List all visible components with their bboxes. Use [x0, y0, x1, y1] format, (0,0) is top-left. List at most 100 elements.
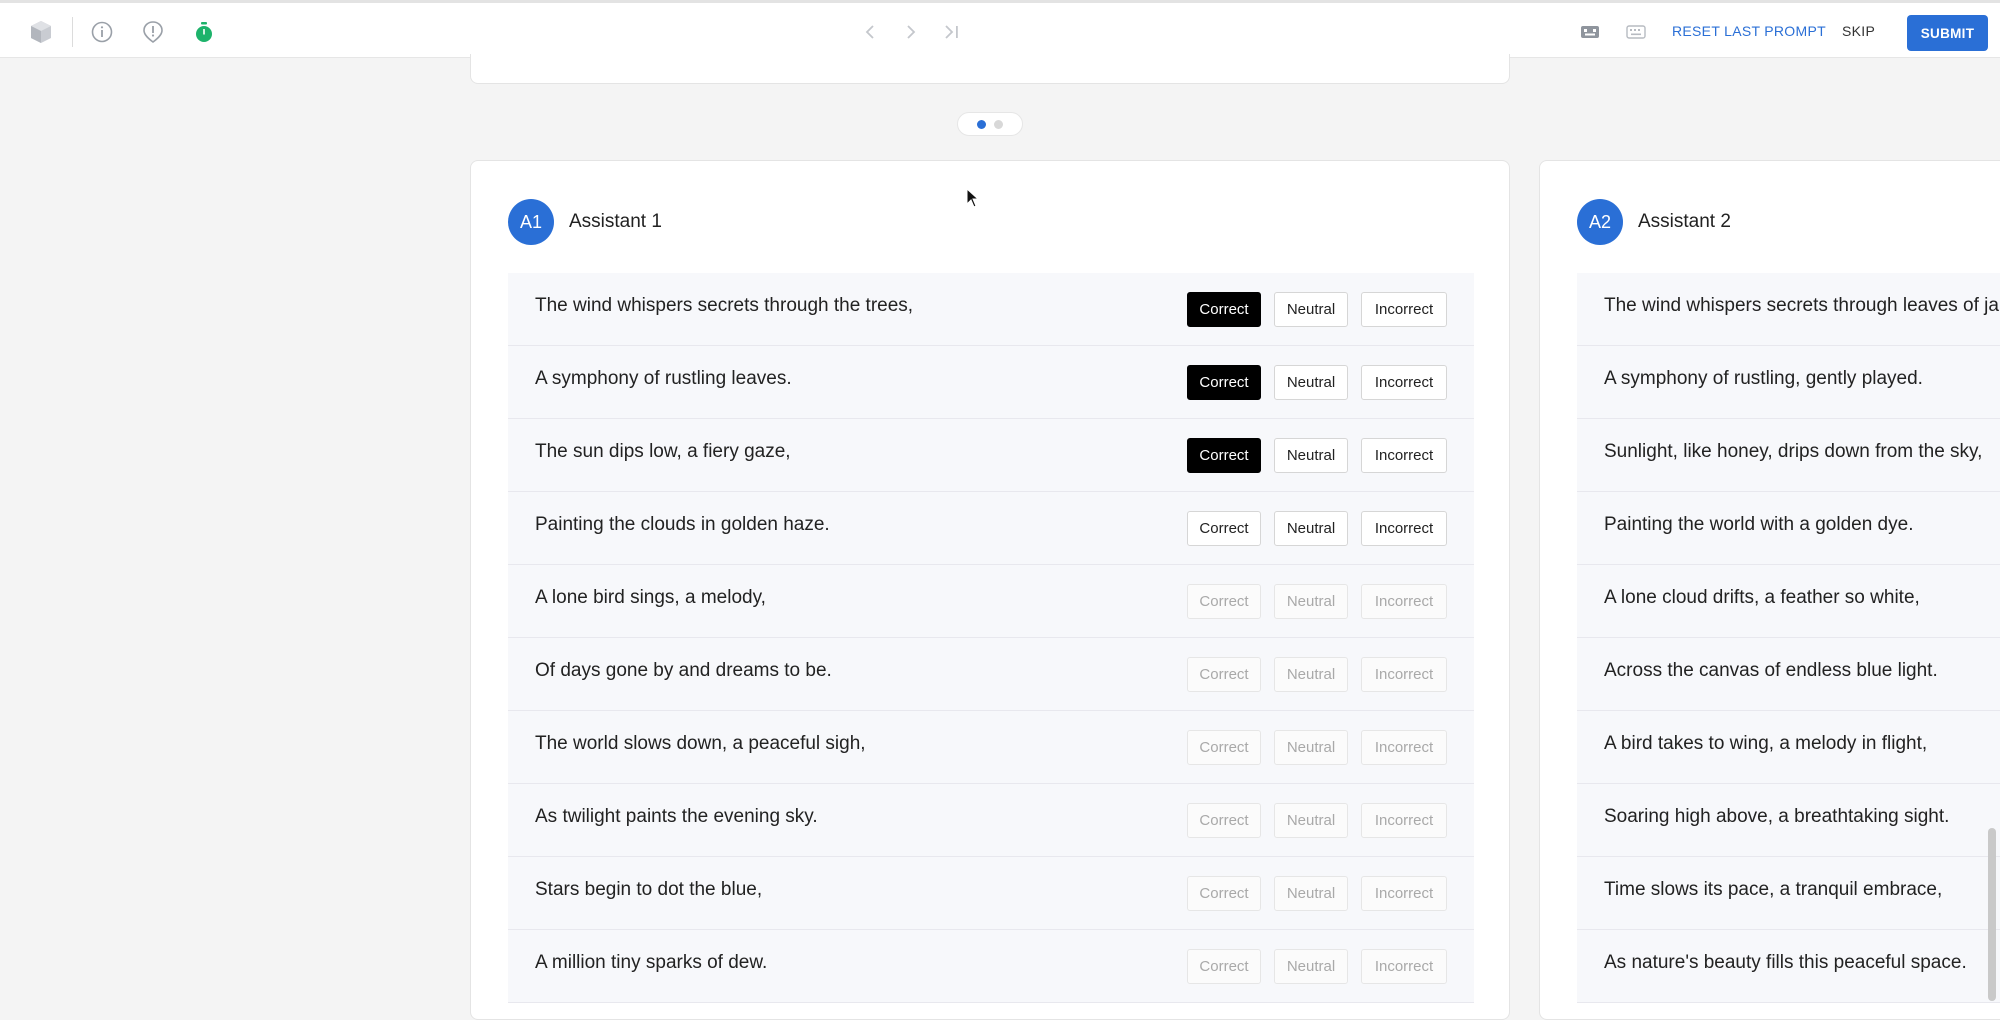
- incorrect-button[interactable]: Incorrect: [1361, 657, 1447, 692]
- assistant-1-panel: A1 Assistant 1 The wind whispers secrets…: [470, 160, 1510, 1020]
- assistant-1-line-row: Painting the clouds in golden haze. Corre…: [508, 492, 1474, 565]
- alert-icon[interactable]: [140, 19, 166, 45]
- neutral-button[interactable]: Neutral: [1274, 876, 1348, 911]
- line-text: A lone bird sings, a melody,: [535, 587, 766, 608]
- correct-button[interactable]: Correct: [1187, 584, 1261, 619]
- incorrect-button[interactable]: Incorrect: [1361, 511, 1447, 546]
- line-text: Time slows its pace, a tranquil embrace,: [1604, 879, 1943, 900]
- assistant-2-line-row: Soaring high above, a breathtaking sight…: [1577, 784, 2000, 857]
- incorrect-button[interactable]: Incorrect: [1361, 949, 1447, 984]
- keyboard-shortcut-icon[interactable]: [1577, 19, 1603, 45]
- correct-button[interactable]: Correct: [1187, 511, 1261, 546]
- assistant-1-badge: A1: [508, 199, 554, 245]
- correct-button[interactable]: Correct: [1187, 365, 1261, 400]
- correct-button[interactable]: Correct: [1187, 438, 1261, 473]
- correct-button[interactable]: Correct: [1187, 730, 1261, 765]
- info-icon[interactable]: [89, 19, 115, 45]
- correct-button[interactable]: Correct: [1187, 876, 1261, 911]
- neutral-button[interactable]: Neutral: [1274, 365, 1348, 400]
- line-text: A million tiny sparks of dew.: [535, 952, 768, 973]
- incorrect-button[interactable]: Incorrect: [1361, 292, 1447, 327]
- assistant-1-name: Assistant 1: [569, 211, 662, 232]
- assistant-2-badge: A2: [1577, 199, 1623, 245]
- pager-dot-2[interactable]: [994, 119, 1003, 129]
- keyboard-icon[interactable]: [1623, 19, 1649, 45]
- incorrect-button[interactable]: Incorrect: [1361, 438, 1447, 473]
- line-text: The world slows down, a peaceful sigh,: [535, 733, 866, 754]
- assistant-2-panel: A2 Assistant 2 The wind whispers secrets…: [1539, 160, 2000, 1020]
- cube-icon[interactable]: [28, 19, 54, 45]
- assistant-2-line-row: A lone cloud drifts, a feather so white,: [1577, 565, 2000, 638]
- neutral-button[interactable]: Neutral: [1274, 803, 1348, 838]
- rating-buttons: Correct Neutral Incorrect: [1187, 876, 1447, 911]
- skip-link[interactable]: SKIP: [1842, 23, 1875, 39]
- line-text: Of days gone by and dreams to be.: [535, 660, 832, 681]
- line-text: As twilight paints the evening sky.: [535, 806, 818, 827]
- pager-dot-1[interactable]: [977, 119, 986, 129]
- neutral-button[interactable]: Neutral: [1274, 657, 1348, 692]
- line-text: The sun dips low, a fiery gaze,: [535, 441, 791, 462]
- correct-button[interactable]: Correct: [1187, 292, 1261, 327]
- assistant-1-lines: The wind whispers secrets through the tr…: [508, 273, 1474, 1003]
- correct-button[interactable]: Correct: [1187, 657, 1261, 692]
- timer-icon[interactable]: [191, 19, 217, 45]
- line-text: Painting the clouds in golden haze.: [535, 514, 830, 535]
- rating-buttons: Correct Neutral Incorrect: [1187, 365, 1447, 400]
- assistant-2-line-row: Across the canvas of endless blue light.: [1577, 638, 2000, 711]
- neutral-button[interactable]: Neutral: [1274, 438, 1348, 473]
- line-text: A lone cloud drifts, a feather so white,: [1604, 587, 1920, 608]
- line-text: A symphony of rustling leaves.: [535, 368, 792, 389]
- rating-buttons: Correct Neutral Incorrect: [1187, 292, 1447, 327]
- rating-buttons: Correct Neutral Incorrect: [1187, 584, 1447, 619]
- assistant-1-line-row: As twilight paints the evening sky. Corre…: [508, 784, 1474, 857]
- rating-buttons: Correct Neutral Incorrect: [1187, 438, 1447, 473]
- rating-buttons: Correct Neutral Incorrect: [1187, 949, 1447, 984]
- assistant-2-name: Assistant 2: [1638, 211, 1731, 232]
- assistant-1-line-row: A million tiny sparks of dew. Correct Neut…: [508, 930, 1474, 1003]
- rating-buttons: Correct Neutral Incorrect: [1187, 730, 1447, 765]
- line-text: As nature's beauty fills this peaceful s…: [1604, 952, 1967, 973]
- assistant-2-line-row: A symphony of rustling, gently played.: [1577, 346, 2000, 419]
- assistant-2-line-row: As nature's beauty fills this peaceful s…: [1577, 930, 2000, 1003]
- neutral-button[interactable]: Neutral: [1274, 949, 1348, 984]
- correct-button[interactable]: Correct: [1187, 803, 1261, 838]
- neutral-button[interactable]: Neutral: [1274, 511, 1348, 546]
- neutral-button[interactable]: Neutral: [1274, 292, 1348, 327]
- incorrect-button[interactable]: Incorrect: [1361, 365, 1447, 400]
- assistant-1-line-row: Of days gone by and dreams to be. Correct…: [508, 638, 1474, 711]
- neutral-button[interactable]: Neutral: [1274, 730, 1348, 765]
- assistant-1-line-row: The wind whispers secrets through the tr…: [508, 273, 1474, 346]
- assistant-1-line-row: A lone bird sings, a melody, Correct Neutr…: [508, 565, 1474, 638]
- rating-buttons: Correct Neutral Incorrect: [1187, 803, 1447, 838]
- assistant-2-line-row: Painting the world with a golden dye.: [1577, 492, 2000, 565]
- rating-buttons: Correct Neutral Incorrect: [1187, 511, 1447, 546]
- incorrect-button[interactable]: Incorrect: [1361, 803, 1447, 838]
- line-text: The wind whispers secrets through leaves…: [1604, 295, 1999, 316]
- pager-dots[interactable]: [957, 112, 1023, 136]
- assistant-2-line-row: Sunlight, like honey, drips down from th…: [1577, 419, 2000, 492]
- line-text: Soaring high above, a breathtaking sight…: [1604, 806, 1950, 827]
- incorrect-button[interactable]: Incorrect: [1361, 584, 1447, 619]
- skip-to-end-icon[interactable]: [940, 20, 964, 44]
- submit-button[interactable]: SUBMIT: [1907, 15, 1988, 51]
- reset-last-prompt-link[interactable]: RESET LAST PROMPT: [1672, 23, 1826, 39]
- scrollbar-thumb[interactable]: [1988, 828, 1996, 1001]
- assistant-1-line-row: A symphony of rustling leaves. Correct Neu…: [508, 346, 1474, 419]
- rating-buttons: Correct Neutral Incorrect: [1187, 657, 1447, 692]
- neutral-button[interactable]: Neutral: [1274, 584, 1348, 619]
- line-text: A bird takes to wing, a melody in flight…: [1604, 733, 1928, 754]
- chevron-right-icon[interactable]: [899, 20, 923, 44]
- incorrect-button[interactable]: Incorrect: [1361, 730, 1447, 765]
- chevron-left-icon[interactable]: [858, 20, 882, 44]
- assistant-2-lines: The wind whispers secrets through leaves…: [1577, 273, 2000, 1003]
- assistant-2-line-row: The wind whispers secrets through leaves…: [1577, 273, 2000, 346]
- top-toolbar: RESET LAST PROMPT SKIP SUBMIT: [0, 0, 2000, 58]
- assistant-1-line-row: The sun dips low, a fiery gaze, Correct Ne…: [508, 419, 1474, 492]
- line-text: Painting the world with a golden dye.: [1604, 514, 1914, 535]
- incorrect-button[interactable]: Incorrect: [1361, 876, 1447, 911]
- line-text: The wind whispers secrets through the tr…: [535, 295, 914, 316]
- line-text: Stars begin to dot the blue,: [535, 879, 763, 900]
- assistant-1-line-row: Stars begin to dot the blue, Correct Neutr…: [508, 857, 1474, 930]
- assistant-2-line-row: A bird takes to wing, a melody in flight…: [1577, 711, 2000, 784]
- correct-button[interactable]: Correct: [1187, 949, 1261, 984]
